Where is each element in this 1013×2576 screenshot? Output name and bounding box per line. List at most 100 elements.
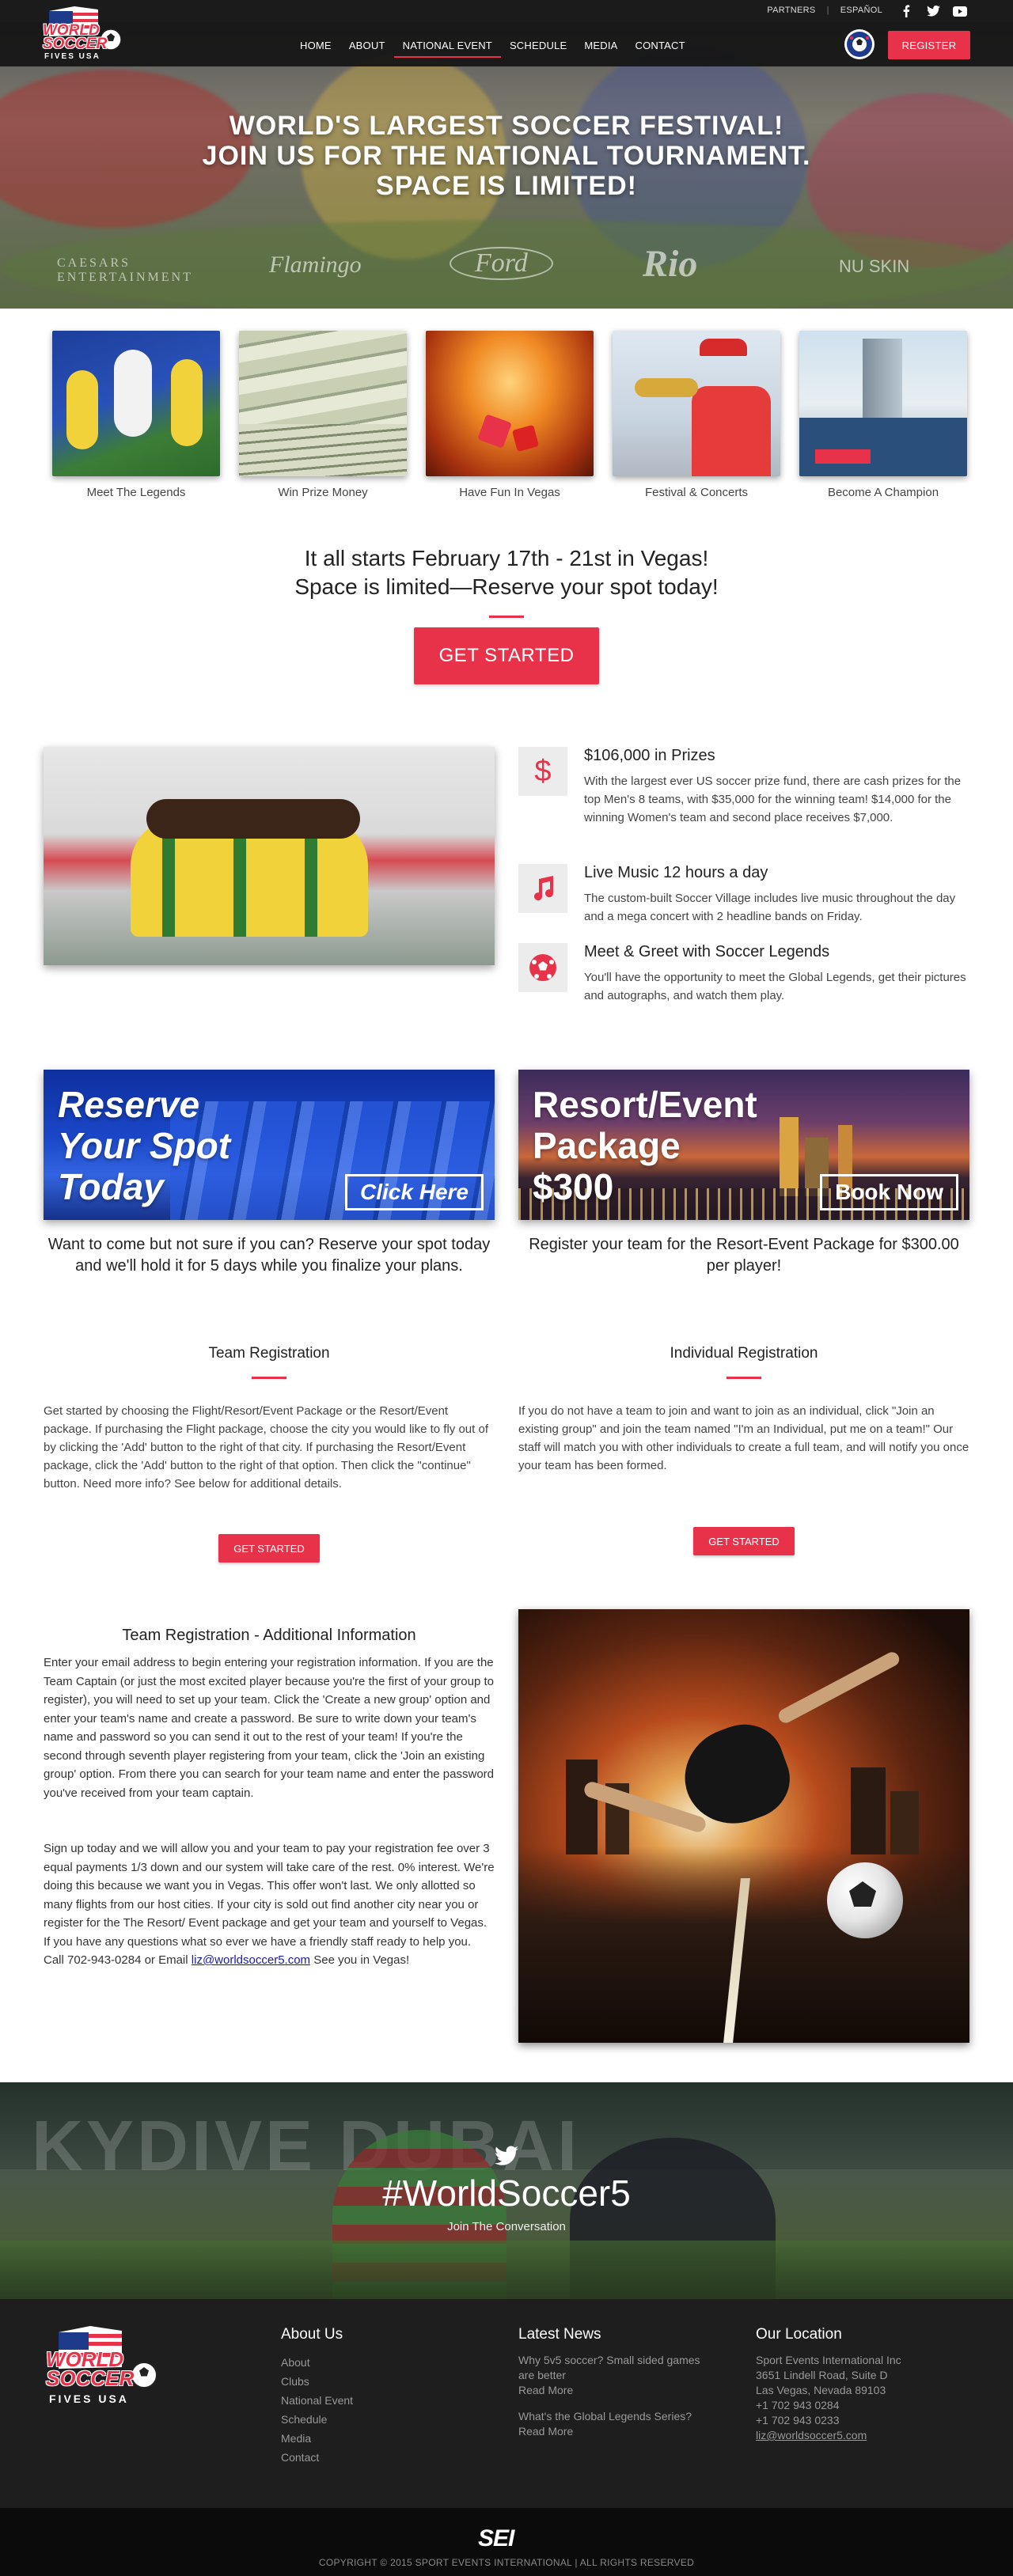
read-more-link[interactable]: Read More [518,2424,724,2439]
feature-prize-money[interactable]: Win Prize Money [239,331,407,499]
bottom-bar: SEI COPYRIGHT © 2015 SPORT EVENTS INTERN… [0,2508,1013,2576]
logo-wordmark: WORLD SOCCER [43,22,108,52]
feature-caption: Win Prize Money [278,486,368,499]
footer-about: About Us About Clubs National Event Sche… [281,2326,353,2467]
nav-media[interactable]: MEDIA [575,36,626,58]
reserve-spot-banner[interactable]: Reserve Your Spot Today Click Here [44,1070,495,1220]
logo-subtitle: FIVES USA [44,52,101,61]
feature-caption: Festival & Concerts [644,486,749,499]
footer-location: Our Location Sport Events International … [756,2326,901,2443]
top-bar: PARTNERS | ESPAÑOL [0,0,1013,22]
sponsor-rio: Rio [643,243,698,285]
team-registration-title: Team Registration [208,1345,330,1362]
nav-about[interactable]: ABOUT [340,36,394,58]
main-nav: HOME ABOUT NATIONAL EVENT SCHEDULE MEDIA… [291,36,694,58]
feature-legends[interactable]: Meet The Legends [52,331,220,499]
reserve-spot-caption: Want to come but not sure if you can? Re… [47,1236,491,1275]
youtube-icon[interactable] [953,4,967,18]
footer-link-schedule[interactable]: Schedule [281,2410,353,2429]
resort-package-title: Resort/Event Package $300 [533,1084,757,1207]
sponsor-logos: CAESARS ENTERTAINMENT Flamingo Ford Rio … [0,242,1013,297]
nav-national-event[interactable]: NATIONAL EVENT [393,36,501,58]
event-dates: It all starts February 17th - 21st in Ve… [0,544,1013,601]
feature-champion[interactable]: Become A Champion [799,331,967,499]
footer-news-title: Latest News [518,2326,601,2343]
register-button[interactable]: REGISTER [888,31,970,59]
footer-link-media[interactable]: Media [281,2429,353,2448]
info-text: With the largest ever US soccer prize fu… [584,775,962,824]
feature-festival[interactable]: Festival & Concerts [613,331,780,499]
click-here-button[interactable]: Click Here [345,1174,484,1210]
individual-registration-text: If you do not have a team to join and wa… [518,1404,969,1472]
champion-image [799,331,967,476]
resort-package-banner[interactable]: Resort/Event Package $300 Book Now [518,1070,969,1220]
footer: WORLD SOCCER FIVES USA About Us About Cl… [0,2299,1013,2508]
team-get-started-button[interactable]: GET STARTED [218,1534,320,1563]
nav-home[interactable]: HOME [291,36,340,58]
twitter-icon[interactable] [926,4,940,18]
soccer-badge-icon [844,28,875,60]
team-registration-text: Get started by choosing the Flight/Resor… [44,1404,488,1491]
hero-line-1: WORLD'S LARGEST SOCCER FESTIVAL! [229,111,784,141]
footer-logo[interactable]: WORLD SOCCER FIVES USA [43,2323,161,2410]
feature-vegas[interactable]: Have Fun In Vegas [426,331,594,499]
address-block: Sport Events International Inc 3651 Lind… [756,2354,901,2442]
event-dates-line-1: It all starts February 17th - 21st in Ve… [304,546,709,570]
soccer-kick-image [518,1609,969,2043]
additional-info-paragraph-1: Enter your email address to begin enteri… [44,1656,495,1800]
sponsor-caesars: CAESARS ENTERTAINMENT [57,256,193,284]
reserve-spot-title: Reserve Your Spot Today [58,1084,231,1207]
additional-info-title: Team Registration - Additional Informati… [122,1627,416,1644]
sei-logo: SEI [478,2525,514,2551]
social-links [899,4,967,18]
top-links: PARTNERS | ESPAÑOL [767,6,882,15]
info-title: $106,000 in Prizes [584,747,715,764]
nav-contact[interactable]: CONTACT [627,36,694,58]
footer-email-link[interactable]: liz@worldsoccer5.com [756,2429,867,2442]
footer-link-clubs[interactable]: Clubs [281,2372,353,2391]
divider [252,1377,286,1379]
additional-info-paragraph-2: Sign up today and we will allow you and … [44,1842,495,1967]
info-title: Live Music 12 hours a day [584,864,768,881]
festival-image [613,331,780,476]
feature-caption: Have Fun In Vegas [459,486,560,499]
email-link[interactable]: liz@worldsoccer5.com [192,1953,310,1967]
info-title: Meet & Greet with Soccer Legends [584,943,830,960]
footer-news: Latest News Why 5v5 soccer? Small sided … [518,2326,724,2450]
info-text: The custom-built Soccer Village includes… [584,892,956,923]
footer-link-about[interactable]: About [281,2353,353,2372]
espanol-link[interactable]: ESPAÑOL [840,6,882,15]
footer-link-national-event[interactable]: National Event [281,2391,353,2410]
site-logo[interactable]: WORLD SOCCER FIVES USA [43,3,125,63]
hashtag[interactable]: #WorldSoccer5 [0,2172,1013,2214]
footer-about-title: About Us [281,2326,343,2343]
news-item[interactable]: What's the Global Legends Series? Read M… [518,2409,724,2439]
feature-caption: Meet The Legends [86,486,186,499]
news-item[interactable]: Why 5v5 soccer? Small sided games are be… [518,2353,724,2398]
divider [727,1377,761,1379]
get-started-button[interactable]: GET STARTED [414,627,599,684]
twitter-icon[interactable] [495,2146,518,2166]
sponsor-flamingo: Flamingo [269,252,362,278]
vegas-image [426,331,594,476]
copyright: COPYRIGHT © 2015 SPORT EVENTS INTERNATIO… [318,2557,695,2568]
nav-schedule[interactable]: SCHEDULE [501,36,575,58]
event-dates-line-2: Space is limited—Reserve your spot today… [294,574,719,599]
soccer-ball-icon [518,943,567,992]
feature-caption: Become A Champion [827,486,939,499]
individual-registration-title: Individual Registration [670,1345,818,1362]
footer-link-contact[interactable]: Contact [281,2448,353,2467]
dollar-icon: $ [518,747,567,796]
divider [489,616,524,618]
facebook-icon[interactable] [899,4,913,18]
hero-line-3: SPACE IS LIMITED! [376,171,637,201]
read-more-link[interactable]: Read More [518,2383,724,2398]
music-note-icon [518,864,567,913]
info-text: You'll have the opportunity to meet the … [584,971,966,1002]
individual-get-started-button[interactable]: GET STARTED [693,1527,795,1555]
book-now-button[interactable]: Book Now [820,1174,958,1210]
hero-headline: WORLD'S LARGEST SOCCER FESTIVAL! JOIN US… [0,111,1013,201]
sponsor-ford: Ford [450,247,553,280]
partners-link[interactable]: PARTNERS [767,6,815,15]
footer-logo-wordmark: WORLD SOCCER [46,2347,135,2390]
